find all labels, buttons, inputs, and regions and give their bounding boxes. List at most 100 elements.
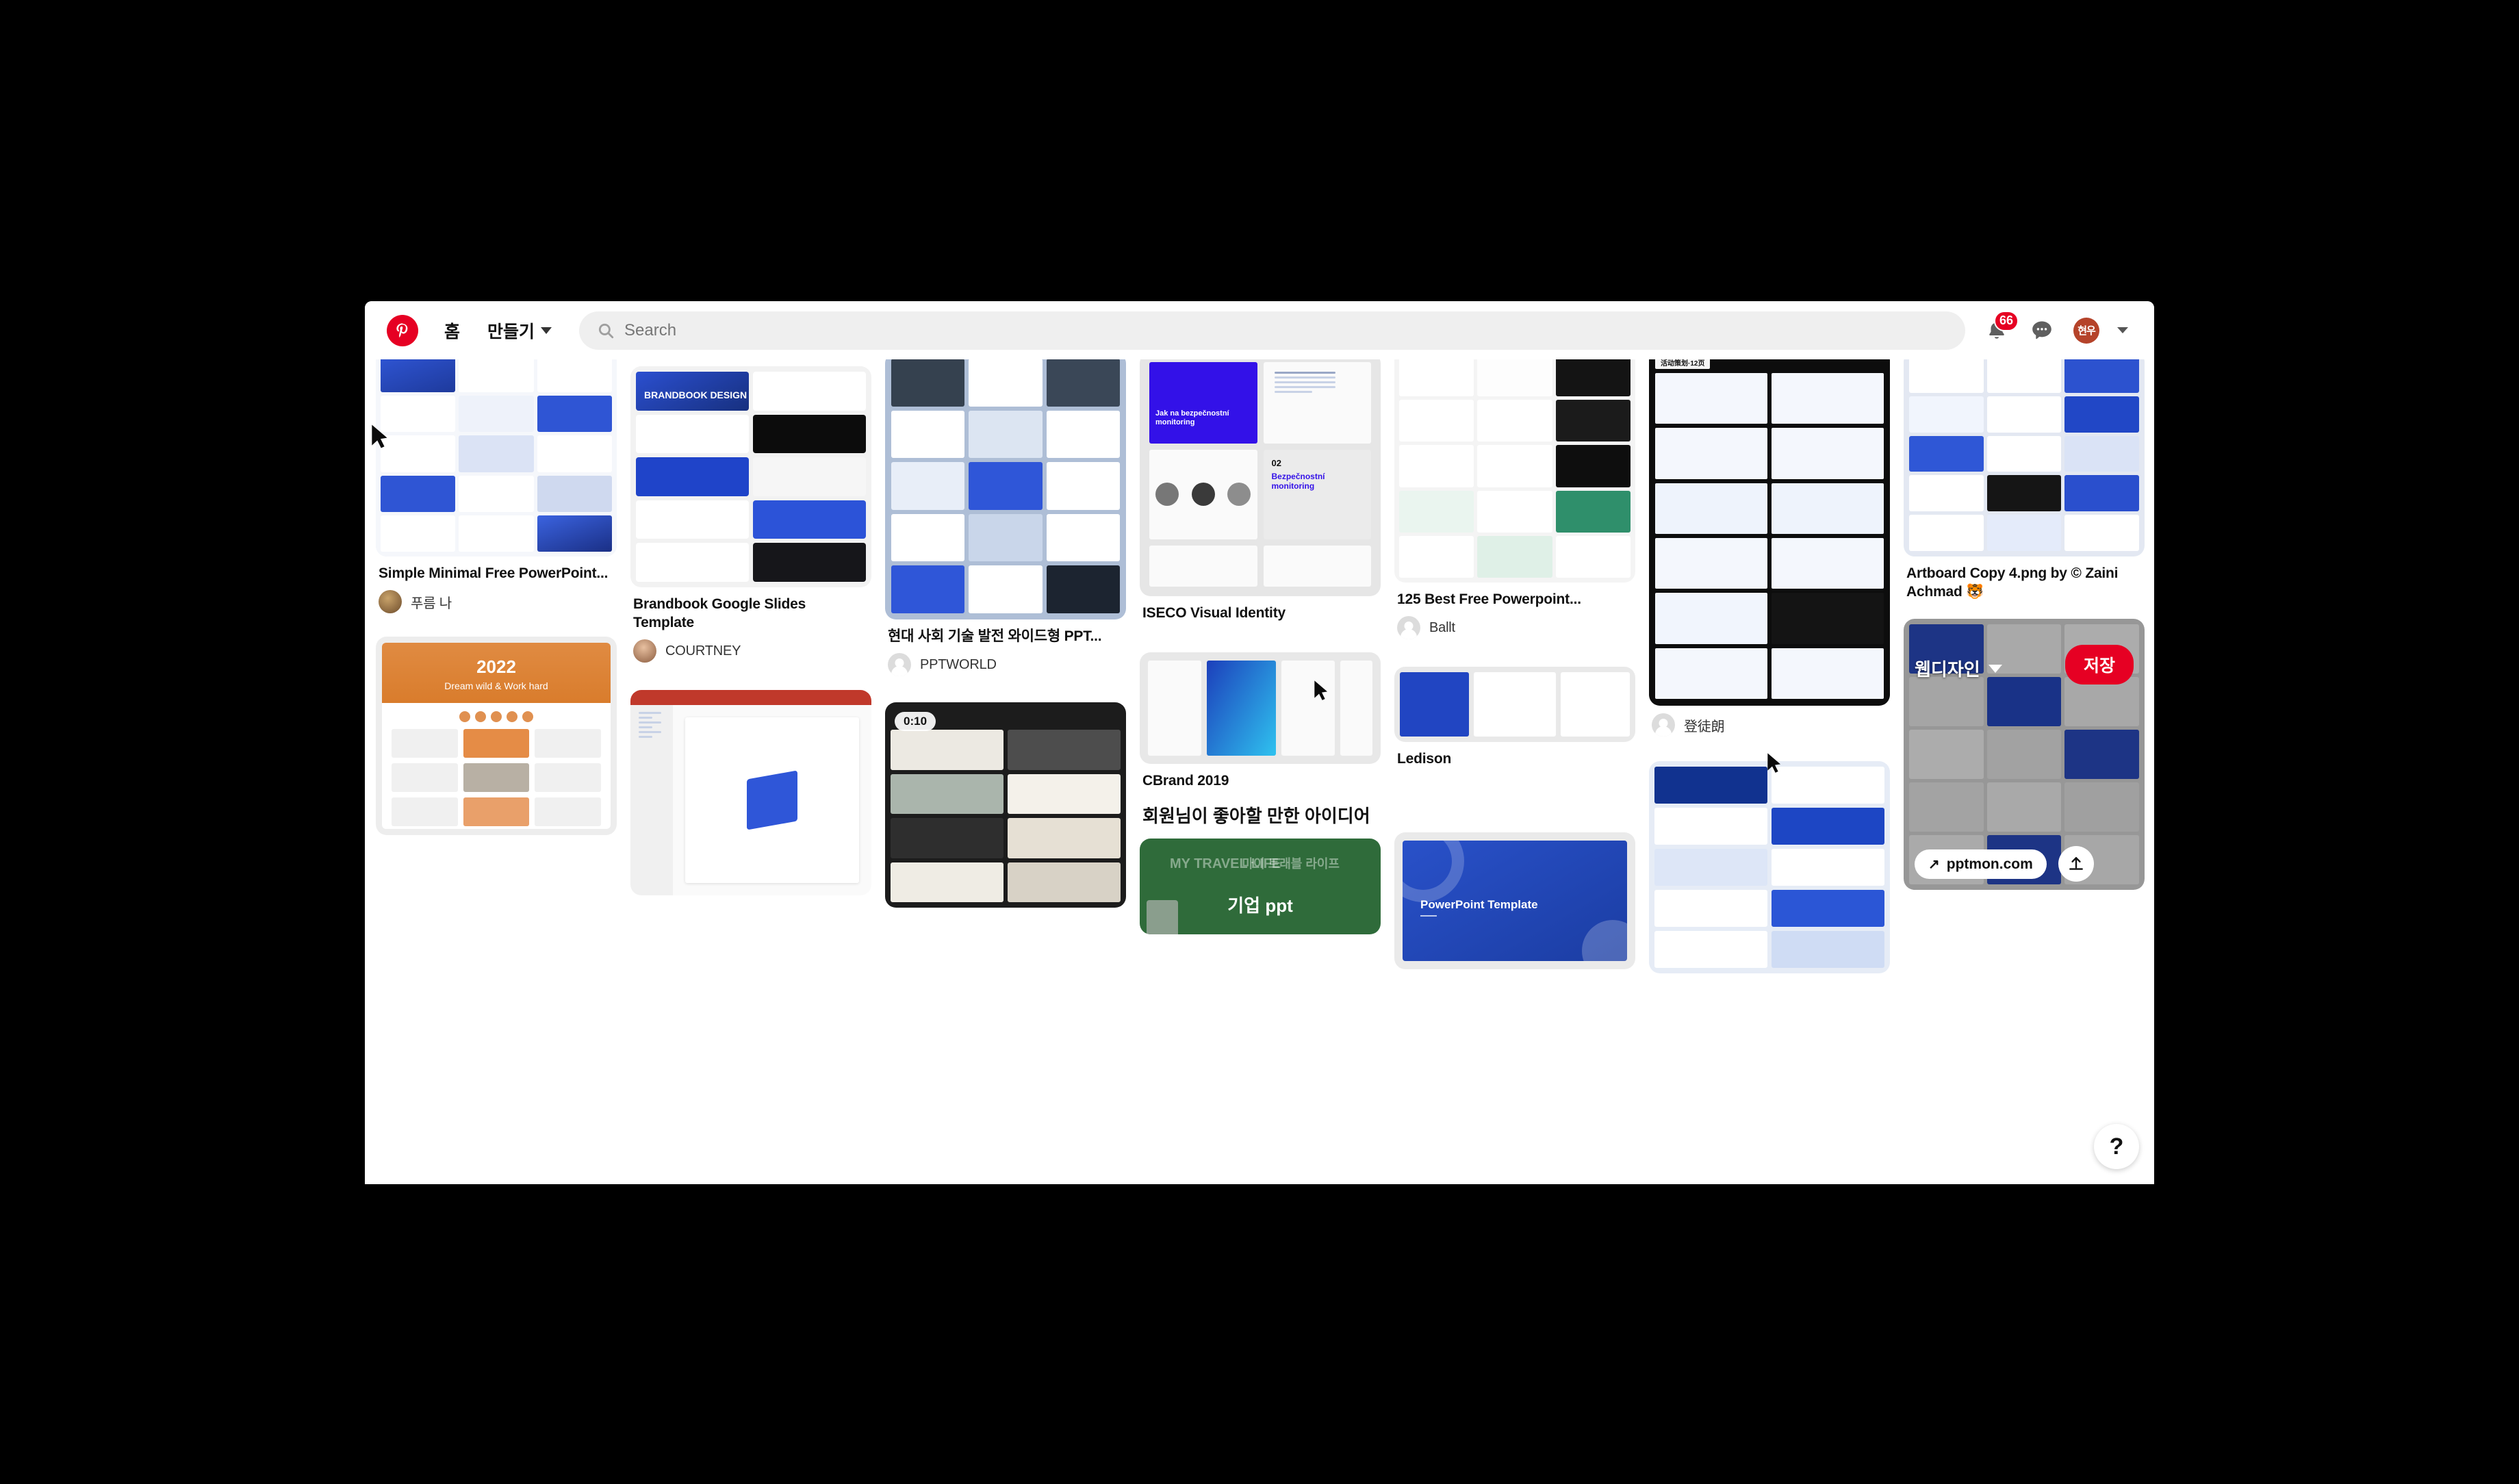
pin-image[interactable]: 活动策划·12页 bbox=[1649, 359, 1890, 706]
pin-card[interactable]: 0:10 bbox=[885, 702, 1126, 908]
pin-image[interactable] bbox=[885, 359, 1126, 619]
pin-image[interactable]: 0:10 bbox=[885, 702, 1126, 908]
pin-card[interactable]: 2022 Dream wild & Work hard bbox=[376, 637, 617, 835]
pin-title: 125 Best Free Powerpoint... bbox=[1397, 591, 1581, 607]
pin-masonry-grid: Simple Minimal Free PowerPoint... 푸름 나 2… bbox=[365, 359, 2154, 1184]
messages-button[interactable] bbox=[2028, 317, 2056, 344]
notifications-button[interactable]: 66 bbox=[1983, 310, 2019, 344]
browser-window: 홈 만들기 Search 66 현우 Simple Minimal Free P… bbox=[365, 301, 2154, 1184]
pin-author[interactable]: 푸름 나 bbox=[379, 590, 614, 613]
pin-column: 125 Best Free Powerpoint... Ballt Lediso… bbox=[1394, 359, 1635, 979]
pin-card[interactable] bbox=[1649, 761, 1890, 973]
upload-icon bbox=[2069, 857, 2083, 870]
pin-author[interactable]: 登徒朗 bbox=[1652, 713, 1887, 737]
source-domain: pptmon.com bbox=[1946, 856, 2033, 872]
author-name: 푸름 나 bbox=[411, 596, 452, 611]
chevron-down-icon bbox=[1988, 664, 2002, 673]
pin-image[interactable]: MY TRAVEL LIFE 마이 트래블 라이프 기업 ppt bbox=[1140, 839, 1381, 934]
pin-title: Artboard Copy 4.png by © Zaini Achmad 🐯 bbox=[1906, 565, 2119, 600]
pin-card[interactable]: 活动策划·12页 登徒朗 bbox=[1649, 359, 1890, 737]
pin-column: 活动策划·12页 登徒朗 bbox=[1649, 359, 1890, 983]
pin-card[interactable]: BRANDBOOK DESIGN Brandbook Google Slides… bbox=[630, 366, 871, 663]
pinterest-logo-icon[interactable] bbox=[387, 314, 418, 346]
pin-card[interactable]: 125 Best Free Powerpoint... Ballt bbox=[1394, 359, 1635, 639]
pin-image[interactable] bbox=[1649, 761, 1890, 973]
board-name: 웹디자인 bbox=[1915, 659, 1980, 680]
search-bar[interactable]: Search bbox=[579, 311, 1965, 350]
pin-card[interactable] bbox=[630, 690, 871, 895]
author-name: COURTNEY bbox=[665, 643, 741, 658]
search-input[interactable]: Search bbox=[624, 321, 676, 340]
pin-card[interactable]: MY TRAVEL LIFE 마이 트래블 라이프 기업 ppt bbox=[1140, 839, 1381, 934]
pin-card[interactable]: Jak na bezpečnostní monitoring 02 Bezpeč… bbox=[1140, 359, 1381, 622]
pin-image[interactable] bbox=[1904, 359, 2145, 556]
pin-card-hovered[interactable]: 웹디자인 저장 ↗ pptmon.com bbox=[1904, 619, 2145, 890]
pin-card[interactable]: 현대 사회 기술 발전 와이드형 PPT... PPTWORLD bbox=[885, 359, 1126, 676]
pin-author[interactable]: COURTNEY bbox=[633, 639, 869, 663]
pin-image[interactable]: BRANDBOOK DESIGN bbox=[630, 366, 871, 587]
pin-author[interactable]: PPTWORLD bbox=[888, 653, 1123, 676]
pin-title: Brandbook Google Slides Template bbox=[633, 596, 806, 630]
pin-overlay-text: PowerPoint Template bbox=[1420, 898, 1538, 912]
pin-overlay-tagline: Dream wild & Work hard bbox=[444, 680, 548, 691]
pin-overlay-year: 2022 bbox=[476, 656, 516, 677]
pin-title: ISECO Visual Identity bbox=[1142, 605, 1286, 621]
share-button[interactable] bbox=[2058, 846, 2094, 882]
pin-card[interactable]: PowerPoint Template bbox=[1394, 832, 1635, 969]
nav-create-dropdown[interactable]: 만들기 bbox=[478, 318, 561, 343]
pin-image[interactable]: PowerPoint Template bbox=[1394, 832, 1635, 969]
header-actions: 66 현우 bbox=[1983, 310, 2132, 344]
pin-title: CBrand 2019 bbox=[1142, 773, 1229, 789]
pin-author[interactable]: Ballt bbox=[1397, 616, 1633, 639]
pin-column: Jak na bezpečnostní monitoring 02 Bezpeč… bbox=[1140, 359, 1381, 944]
pin-title: Simple Minimal Free PowerPoint... bbox=[379, 565, 609, 581]
pin-card[interactable]: Simple Minimal Free PowerPoint... 푸름 나 bbox=[376, 359, 617, 613]
nav-home-link[interactable]: 홈 bbox=[433, 318, 471, 343]
pin-image[interactable] bbox=[376, 359, 617, 556]
source-link-badge[interactable]: ↗ pptmon.com bbox=[1915, 849, 2047, 879]
avatar bbox=[379, 590, 402, 613]
avatar bbox=[633, 639, 656, 663]
pin-title: 현대 사회 기술 발전 와이드형 PPT... bbox=[888, 628, 1102, 644]
notification-badge: 66 bbox=[1993, 310, 2019, 331]
author-name: 登徒朗 bbox=[1684, 719, 1725, 734]
pin-column: BRANDBOOK DESIGN Brandbook Google Slides… bbox=[630, 366, 871, 905]
desktop-background: 홈 만들기 Search 66 현우 Simple Minimal Free P… bbox=[0, 0, 2519, 1484]
pin-column: Simple Minimal Free PowerPoint... 푸름 나 2… bbox=[376, 359, 617, 845]
save-button[interactable]: 저장 bbox=[2064, 645, 2134, 685]
pin-image[interactable] bbox=[1140, 652, 1381, 764]
pin-column: 현대 사회 기술 발전 와이드형 PPT... PPTWORLD 0:10 bbox=[885, 359, 1126, 917]
avatar bbox=[1652, 713, 1675, 737]
search-icon bbox=[598, 323, 614, 338]
pin-image[interactable] bbox=[630, 690, 871, 895]
pin-image[interactable] bbox=[1394, 359, 1635, 583]
pin-card[interactable]: CBrand 2019 bbox=[1140, 652, 1381, 790]
help-button[interactable]: ? bbox=[2094, 1124, 2139, 1169]
pin-column: Artboard Copy 4.png by © Zaini Achmad 🐯 bbox=[1904, 359, 2145, 899]
nav-create-label: 만들기 bbox=[487, 322, 535, 342]
account-menu-chevron-icon[interactable] bbox=[2117, 327, 2128, 333]
pin-image[interactable]: 2022 Dream wild & Work hard bbox=[376, 637, 617, 835]
pinterest-header: 홈 만들기 Search 66 현우 bbox=[365, 301, 2154, 359]
author-name: PPTWORLD bbox=[920, 656, 997, 672]
pin-overlay-text: Jak na bezpečnostní monitoring bbox=[1155, 409, 1229, 426]
pin-title: Ledison bbox=[1397, 751, 1452, 767]
pin-overlay-text: BRANDBOOK DESIGN bbox=[644, 389, 747, 401]
pin-overlay-text: 活动策划·12页 bbox=[1655, 359, 1711, 369]
pin-card[interactable]: Artboard Copy 4.png by © Zaini Achmad 🐯 bbox=[1904, 359, 2145, 601]
author-name: Ballt bbox=[1429, 619, 1455, 635]
board-selector[interactable]: 웹디자인 bbox=[1915, 656, 2002, 681]
avatar bbox=[888, 653, 911, 676]
pin-image[interactable]: 웹디자인 저장 ↗ pptmon.com bbox=[1904, 619, 2145, 890]
pin-image[interactable] bbox=[1394, 667, 1635, 742]
section-heading: 회원님이 좋아할 만한 아이디어 bbox=[1142, 806, 1370, 826]
pin-image[interactable]: Jak na bezpečnostní monitoring 02 Bezpeč… bbox=[1140, 359, 1381, 596]
pin-overlay-tag: 기업 ppt bbox=[1227, 895, 1293, 917]
pin-overlay-sub: 마이 트래블 라이프 bbox=[1242, 857, 1340, 871]
video-duration-badge: 0:10 bbox=[895, 712, 936, 731]
external-link-icon: ↗ bbox=[1928, 857, 1940, 872]
chevron-down-icon bbox=[541, 327, 552, 334]
user-avatar[interactable]: 현우 bbox=[2073, 317, 2099, 344]
pin-card[interactable]: Ledison bbox=[1394, 667, 1635, 768]
avatar bbox=[1397, 616, 1420, 639]
